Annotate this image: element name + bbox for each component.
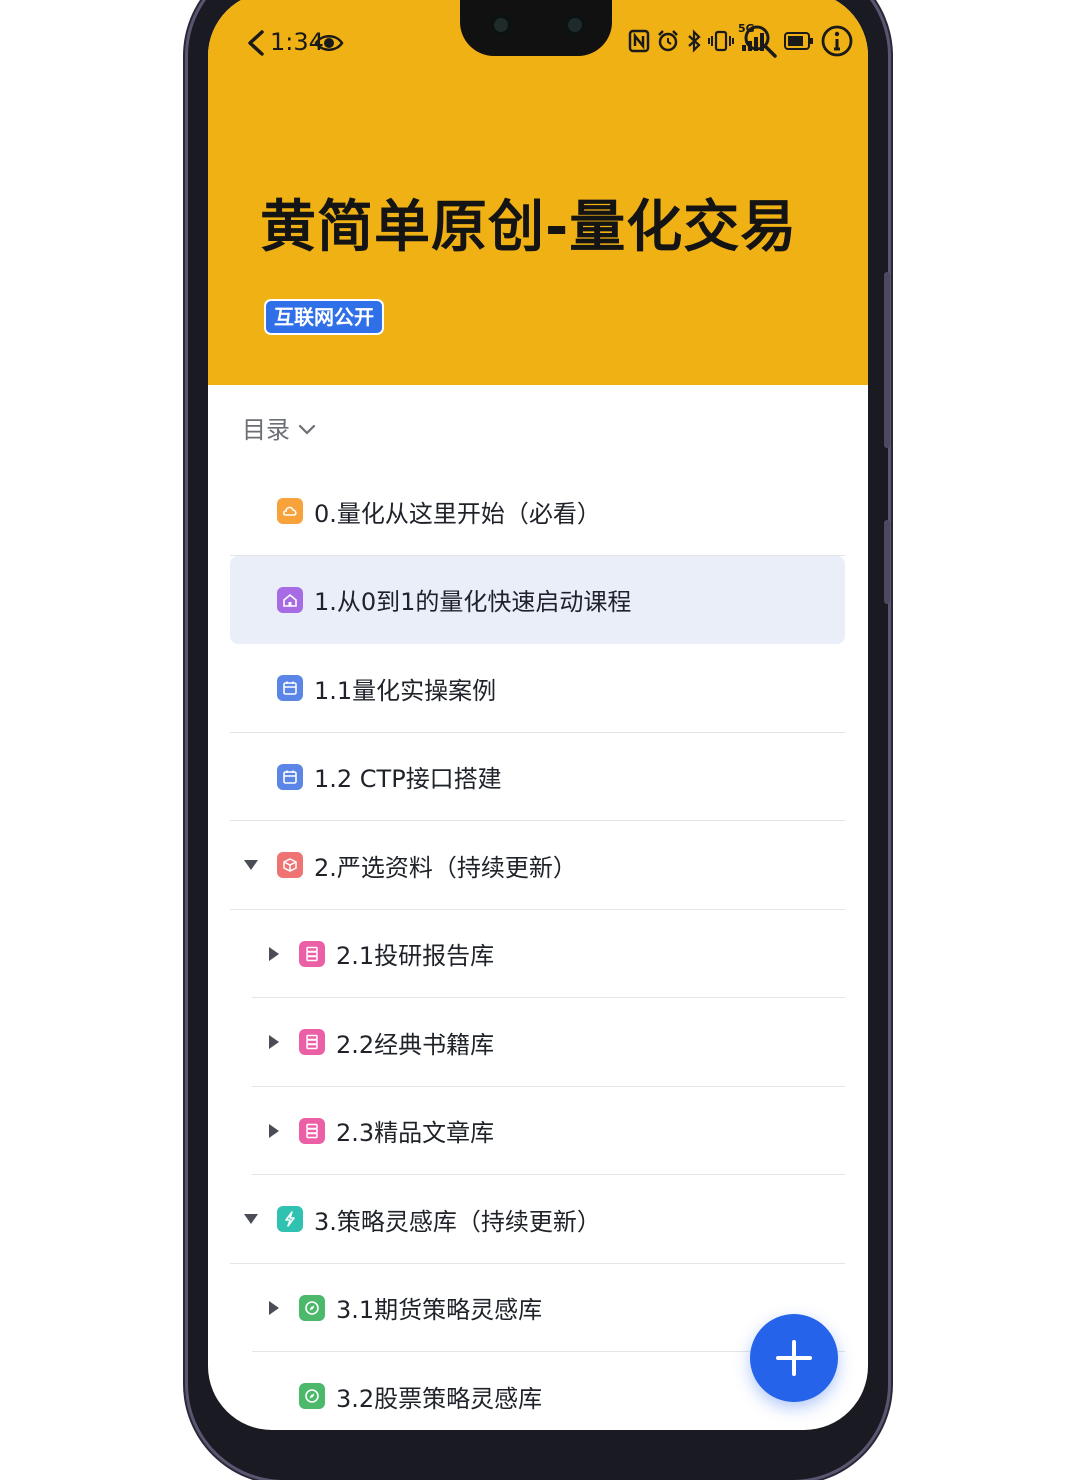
toc-item[interactable]: 2.2经典书籍库: [230, 998, 845, 1087]
toc-item-label: 1.从0到1的量化快速启动课程: [314, 588, 632, 617]
toc-item[interactable]: 3.策略灵感库（持续更新）: [230, 1175, 845, 1264]
toc-label: 目录: [242, 416, 290, 444]
nfc-icon: [628, 28, 650, 54]
front-camera: [490, 14, 512, 36]
cloud-icon: [277, 498, 303, 525]
back-arrow-icon[interactable]: [244, 28, 266, 62]
battery-icon: [784, 28, 814, 54]
compass-icon: [299, 1294, 325, 1321]
caret-down-icon[interactable]: [244, 1214, 258, 1225]
database-icon: [299, 940, 325, 967]
info-icon[interactable]: [820, 25, 854, 57]
alarm-icon: [656, 28, 680, 54]
caret-right-icon[interactable]: [269, 1300, 279, 1315]
toc-item[interactable]: 2.严选资料（持续更新）: [230, 821, 845, 910]
calendar-icon: [277, 763, 303, 790]
page-title: 黄简单原创-量化交易: [260, 195, 798, 260]
toc-item[interactable]: 2.3精品文章库: [230, 1087, 845, 1175]
toc-list: 0.量化从这里开始（必看） 1.从0到1的量化快速启动课程 1.1量化实操案例 1.2…: [230, 467, 845, 1430]
lightning-icon: [277, 1206, 303, 1233]
caret-down-icon[interactable]: [244, 860, 258, 871]
toc-item-label: 3.策略灵感库（持续更新）: [314, 1207, 601, 1236]
calendar-icon: [277, 675, 303, 702]
power-button: [884, 520, 890, 604]
toc-item-label: 0.量化从这里开始（必看）: [314, 499, 601, 528]
chevron-down-icon: [298, 414, 316, 442]
toc-item-label: 2.2经典书籍库: [336, 1030, 495, 1059]
eye-icon: [314, 32, 344, 58]
signal-icon: 5G: [738, 22, 766, 54]
phone-screen: 1:34 5G 黄简单原创-量化交易 互联网公开 目录 0.量化从这里开始（必看…: [208, 0, 868, 1430]
toc-item-label: 2.1投研报告库: [336, 942, 495, 971]
compass-icon: [299, 1383, 325, 1410]
toc-item-label: 1.1量化实操案例: [314, 676, 497, 705]
toc-toggle[interactable]: 目录: [242, 410, 316, 445]
plus-icon: [776, 1340, 812, 1376]
volume-button: [884, 272, 890, 448]
vibrate-icon: [708, 28, 734, 54]
toc-item[interactable]: 2.1投研报告库: [230, 910, 845, 998]
database-icon: [299, 1029, 325, 1056]
database-icon: [299, 1117, 325, 1144]
toc-item[interactable]: 1.1量化实操案例: [230, 644, 845, 733]
network-label: 5G: [738, 22, 755, 35]
toc-item[interactable]: 3.1期货策略灵感库: [230, 1264, 845, 1352]
toc-item[interactable]: 1.2 CTP接口搭建: [230, 733, 845, 821]
caret-right-icon[interactable]: [269, 1035, 279, 1050]
box-icon: [277, 852, 303, 879]
toc-item[interactable]: 0.量化从这里开始（必看）: [230, 467, 845, 556]
page-header: 1:34 5G 黄简单原创-量化交易 互联网公开: [208, 0, 868, 385]
public-badge: 互联网公开: [266, 301, 382, 333]
toc-item-label: 2.3精品文章库: [336, 1119, 495, 1148]
front-sensor: [564, 14, 586, 36]
home-icon: [277, 586, 303, 613]
toc-item-label: 3.1期货策略灵感库: [336, 1296, 543, 1325]
add-button[interactable]: [750, 1314, 838, 1402]
toc-item-label: 2.严选资料（持续更新）: [314, 853, 577, 882]
toc-item-label: 3.2股票策略灵感库: [336, 1384, 543, 1413]
toc-item-label: 1.2 CTP接口搭建: [314, 765, 502, 794]
status-icons: 5G: [628, 22, 854, 58]
caret-right-icon[interactable]: [269, 946, 279, 961]
caret-right-icon[interactable]: [269, 1123, 279, 1138]
bluetooth-icon: [686, 28, 702, 54]
toc-item[interactable]: 1.从0到1的量化快速启动课程: [230, 555, 845, 644]
camera-notch: [460, 0, 612, 56]
